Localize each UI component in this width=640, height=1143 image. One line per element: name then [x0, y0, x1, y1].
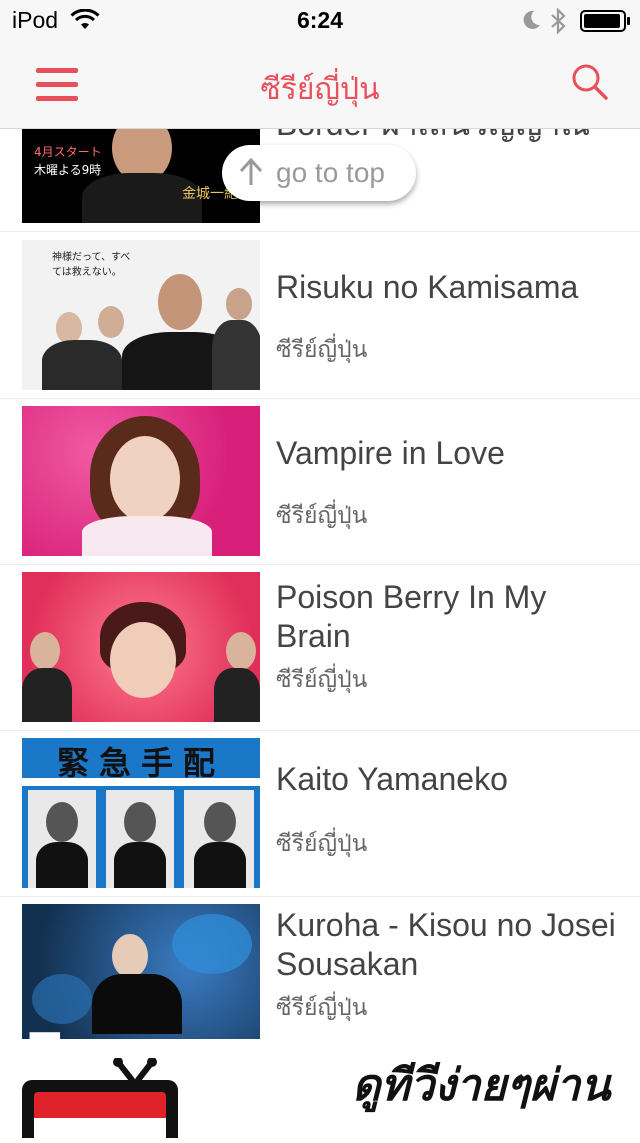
series-thumbnail: ▬ [22, 904, 260, 1039]
series-title: Border ฝ่าเส้นวิญญาณ [276, 129, 626, 144]
go-to-top-button[interactable]: go to top [222, 145, 416, 201]
bottom-banner[interactable]: ดูทีวีง่ายๆผ่าน [0, 1040, 640, 1143]
tv-logo-icon [20, 1057, 180, 1143]
go-to-top-label: go to top [276, 157, 385, 188]
series-title: Risuku no Kamisama [276, 269, 579, 305]
series-title: Poison Berry In My Brain [276, 579, 547, 654]
navigation-bar: ซีรีย์ญี่ปุ่น [0, 40, 640, 129]
series-thumbnail [22, 572, 260, 722]
series-category: ซีรีย์ญี่ปุ่น [276, 995, 368, 1021]
clock-label: 6:24 [296, 7, 344, 33]
arrow-up-icon [238, 157, 264, 192]
thumbnail-caption: 緊急手配 [56, 744, 225, 782]
series-title: Kuroha - Kisou no Josei Sousakan [276, 907, 616, 982]
series-category: ซีรีย์ญี่ปุ่น [276, 667, 368, 693]
thumbnail-caption: 神様だって、すべては救えない。 [52, 252, 131, 278]
thumbnail-caption: 4月スタート [34, 145, 102, 159]
banner-text: ดูทีวีง่ายๆผ่าน [352, 1060, 611, 1111]
series-title: Kaito Yamaneko [276, 761, 508, 797]
series-category: ซีรีย์ญี่ปุ่น [276, 503, 368, 529]
thumbnail-caption: 木曜よる9時 [34, 163, 102, 177]
series-category: ซีรีย์ญี่ปุ่น [276, 337, 368, 363]
status-bar: iPod 6:24 [0, 0, 640, 40]
series-list: 4月スタート 木曜よる9時 金城一紀 Border ฝ่าเส้นวิญญาณ … [0, 129, 640, 1039]
series-thumbnail: 神様だって、すべては救えない。 [22, 240, 260, 390]
list-item[interactable]: 神様だって、すべては救えない。 Risuku no Kamisama ซีรีย… [0, 232, 640, 399]
battery-icon [580, 10, 632, 37]
series-category: ซีรีย์ญี่ปุ่น [276, 831, 368, 857]
series-thumbnail [22, 406, 260, 556]
moon-icon [520, 9, 542, 36]
list-item[interactable]: Vampire in Love ซีรีย์ญี่ปุ่น [0, 398, 640, 565]
series-title: Vampire in Love [276, 435, 505, 471]
list-item[interactable]: ▬ Kuroha - Kisou no Josei Sousakan ซีรีย… [0, 896, 640, 1039]
search-icon[interactable] [570, 62, 610, 102]
series-thumbnail: 緊急手配 [22, 738, 260, 888]
list-item[interactable]: Poison Berry In My Brain ซีรีย์ญี่ปุ่น [0, 564, 640, 731]
bluetooth-icon [550, 7, 566, 39]
list-item[interactable]: 緊急手配 Kaito Yamaneko ซีรีย์ญี่ปุ่น [0, 730, 640, 897]
page-title: ซีรีย์ญี่ปุ่น [260, 72, 380, 107]
